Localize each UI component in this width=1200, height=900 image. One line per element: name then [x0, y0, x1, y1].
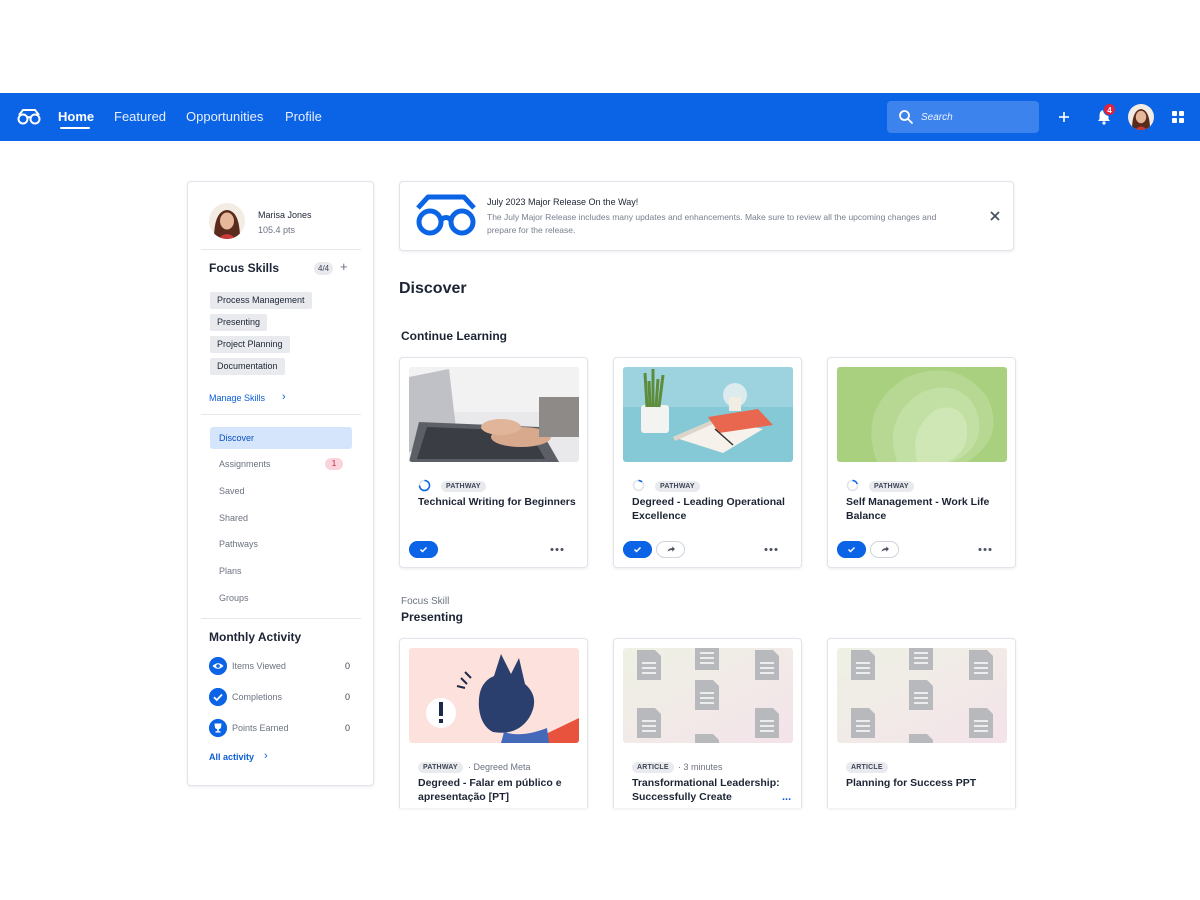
card-title[interactable]: Degreed - Leading Operational Excellence — [632, 495, 792, 523]
content-type-badge: PATHWAY — [418, 762, 463, 773]
skill-chip[interactable]: Presenting — [210, 314, 268, 331]
chevron-right-icon: › — [264, 750, 268, 762]
nav-featured[interactable]: Featured — [114, 109, 166, 124]
skill-chip[interactable]: Project Planning — [210, 336, 290, 353]
progress-ring-icon — [418, 479, 431, 492]
learning-card[interactable]: PATHWAY Self Management - Work Life Bala… — [827, 357, 1016, 568]
progress-ring-icon — [632, 479, 645, 492]
user-avatar[interactable] — [1128, 104, 1154, 130]
profile-name[interactable]: Marisa Jones — [258, 210, 312, 220]
focus-skills-count: 4/4 — [314, 262, 334, 275]
activity-label: Items Viewed — [232, 661, 286, 671]
eye-icon — [209, 657, 227, 675]
trophy-icon — [209, 719, 227, 737]
learning-card[interactable]: PATHWAY Degreed - Leading Operational Ex… — [613, 357, 802, 568]
add-focus-skill-button[interactable]: + — [340, 259, 348, 274]
learning-card[interactable]: PATHWAY Technical Writing for Beginners — [399, 357, 588, 568]
content-type-badge: PATHWAY — [869, 481, 914, 492]
divider — [201, 414, 361, 415]
search-icon — [899, 110, 913, 124]
content-type-badge: PATHWAY — [655, 481, 700, 492]
learning-card[interactable]: PATHWAY · Degreed Meta Degreed - Falar e… — [399, 638, 588, 808]
content-type-badge: ARTICLE — [632, 762, 674, 773]
more-options-icon[interactable] — [977, 541, 993, 558]
nav-profile[interactable]: Profile — [285, 109, 322, 124]
monthly-activity-title: Monthly Activity — [209, 630, 302, 644]
banner-title: July 2023 Major Release On the Way! — [487, 197, 639, 207]
section-title-continue-learning: Continue Learning — [401, 329, 507, 343]
card-thumbnail-documents — [837, 648, 1007, 743]
divider — [201, 618, 361, 619]
skill-chip[interactable]: Process Management — [210, 292, 312, 309]
focus-skills-title: Focus Skills — [209, 261, 280, 275]
degreed-logo-icon[interactable] — [17, 107, 41, 127]
glasses-logo-icon — [416, 194, 476, 236]
content-type-badge: ARTICLE — [846, 762, 888, 773]
complete-button[interactable] — [623, 541, 652, 558]
apps-grid-icon[interactable] — [1171, 110, 1185, 124]
more-options-icon[interactable] — [549, 541, 565, 558]
learning-card[interactable]: ARTICLE · 3 minutes Transformational Lea… — [613, 638, 802, 808]
all-activity-link[interactable]: All activity — [209, 752, 254, 762]
card-thumbnail-laptop — [409, 367, 579, 462]
banner-text: The July Major Release includes many upd… — [487, 212, 937, 235]
profile-avatar[interactable] — [209, 203, 245, 239]
menu-item-saved[interactable]: Saved — [210, 480, 352, 502]
card-title[interactable]: Transformational Leadership: Successfull… — [632, 776, 792, 804]
card-title[interactable]: Degreed - Falar em público e apresentaçã… — [418, 776, 578, 804]
section-title-presenting: Presenting — [401, 610, 464, 624]
profile-points: 105.4 pts — [258, 225, 296, 235]
release-banner: July 2023 Major Release On the Way! The … — [399, 181, 1014, 251]
check-icon — [209, 688, 227, 706]
search-box[interactable] — [887, 101, 1039, 133]
menu-item-pathways[interactable]: Pathways — [210, 533, 352, 555]
content-type-badge: PATHWAY — [441, 481, 486, 492]
assignments-count-badge: 1 — [325, 458, 343, 470]
menu-item-discover[interactable]: Discover — [210, 427, 352, 449]
menu-item-shared[interactable]: Shared — [210, 507, 352, 529]
divider — [201, 249, 361, 250]
more-options-icon[interactable] — [763, 541, 779, 558]
activity-value: 0 — [345, 723, 351, 733]
card-thumbnail-documents — [623, 648, 793, 743]
complete-button[interactable] — [837, 541, 866, 558]
top-nav-bar: Home Featured Opportunities Profile 4 — [0, 93, 1200, 141]
card-meta: · 3 minutes — [678, 762, 723, 772]
progress-ring-icon — [846, 479, 859, 492]
complete-button[interactable] — [409, 541, 438, 558]
left-sidebar: Marisa Jones 105.4 pts Focus Skills 4/4 … — [187, 181, 374, 786]
menu-item-plans[interactable]: Plans — [210, 560, 352, 582]
skill-chip[interactable]: Documentation — [210, 358, 285, 375]
activity-label: Completions — [232, 692, 283, 702]
nav-home[interactable]: Home — [58, 109, 94, 124]
nav-opportunities[interactable]: Opportunities — [186, 109, 263, 124]
card-thumbnail-green — [837, 367, 1007, 462]
learning-card[interactable]: ARTICLE Planning for Success PPT — [827, 638, 1016, 808]
menu-item-groups[interactable]: Groups — [210, 587, 352, 609]
share-button[interactable] — [656, 541, 685, 558]
card-title[interactable]: Planning for Success PPT — [846, 776, 1006, 790]
close-icon[interactable] — [988, 209, 1002, 223]
manage-skills-link[interactable]: Manage Skills — [209, 393, 265, 403]
chevron-right-icon: › — [282, 391, 286, 403]
card-title[interactable]: Technical Writing for Beginners — [418, 495, 578, 509]
add-icon[interactable] — [1055, 108, 1073, 126]
search-input[interactable] — [921, 109, 1031, 125]
card-meta: · Degreed Meta — [468, 762, 531, 772]
notification-badge: 4 — [1103, 103, 1116, 116]
activity-label: Points Earned — [232, 723, 289, 733]
focus-skill-label: Focus Skill — [401, 596, 450, 607]
card-thumbnail-cat — [409, 648, 579, 743]
card-thumbnail-desk — [623, 367, 793, 462]
page-title: Discover — [399, 280, 467, 297]
activity-value: 0 — [345, 692, 351, 702]
nav-active-underline — [60, 127, 90, 129]
title-overflow-ellipsis[interactable]: ... — [782, 791, 791, 803]
card-title[interactable]: Self Management - Work Life Balance — [846, 495, 1006, 523]
activity-value: 0 — [345, 661, 351, 671]
share-button[interactable] — [870, 541, 899, 558]
